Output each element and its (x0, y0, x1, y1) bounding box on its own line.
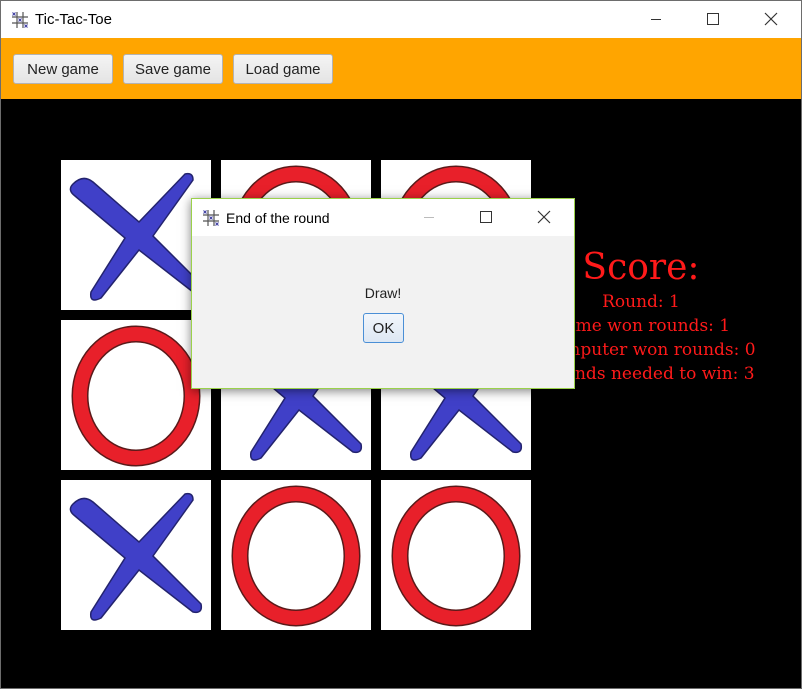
o-mark-icon (71, 325, 201, 467)
dialog-title-bar[interactable]: End of the round (192, 199, 574, 236)
dialog-maximize-button[interactable] (462, 199, 508, 236)
title-bar[interactable]: Tic-Tac-Toe (1, 1, 801, 38)
load-game-button[interactable]: Load game (233, 54, 333, 84)
save-game-button[interactable]: Save game (123, 54, 223, 84)
board-cell[interactable] (381, 480, 531, 630)
minimize-icon (424, 217, 434, 218)
board-cell[interactable] (61, 480, 211, 630)
board-cell[interactable] (221, 480, 371, 630)
dialog-title: End of the round (226, 210, 330, 226)
x-mark-icon (69, 172, 203, 301)
o-mark-icon (391, 485, 521, 627)
new-game-button[interactable]: New game (13, 54, 113, 84)
tic-tac-toe-app-icon (11, 11, 29, 29)
close-button[interactable] (747, 1, 793, 38)
toolbar: New game Save game Load game (1, 38, 801, 99)
maximize-icon (707, 13, 719, 25)
dialog-close-button[interactable] (520, 199, 566, 236)
close-icon (764, 12, 778, 26)
end-of-round-dialog: End of the round Draw! OK (191, 198, 575, 389)
window-title: Tic-Tac-Toe (35, 11, 112, 28)
minimize-button[interactable] (633, 1, 679, 38)
dialog-message: Draw! (364, 285, 402, 301)
board-cell[interactable] (61, 320, 211, 470)
ok-button[interactable]: OK (363, 313, 404, 343)
maximize-button[interactable] (689, 1, 735, 38)
dialog-minimize-button[interactable] (406, 199, 452, 236)
tic-tac-toe-app-icon (202, 209, 220, 227)
board-cell[interactable] (61, 160, 211, 310)
o-mark-icon (231, 485, 361, 627)
x-mark-icon (69, 492, 203, 621)
close-icon (537, 210, 551, 224)
app-window: Tic-Tac-Toe New game Save game Load game… (0, 0, 802, 689)
minimize-icon (651, 19, 661, 20)
maximize-icon (480, 211, 492, 223)
